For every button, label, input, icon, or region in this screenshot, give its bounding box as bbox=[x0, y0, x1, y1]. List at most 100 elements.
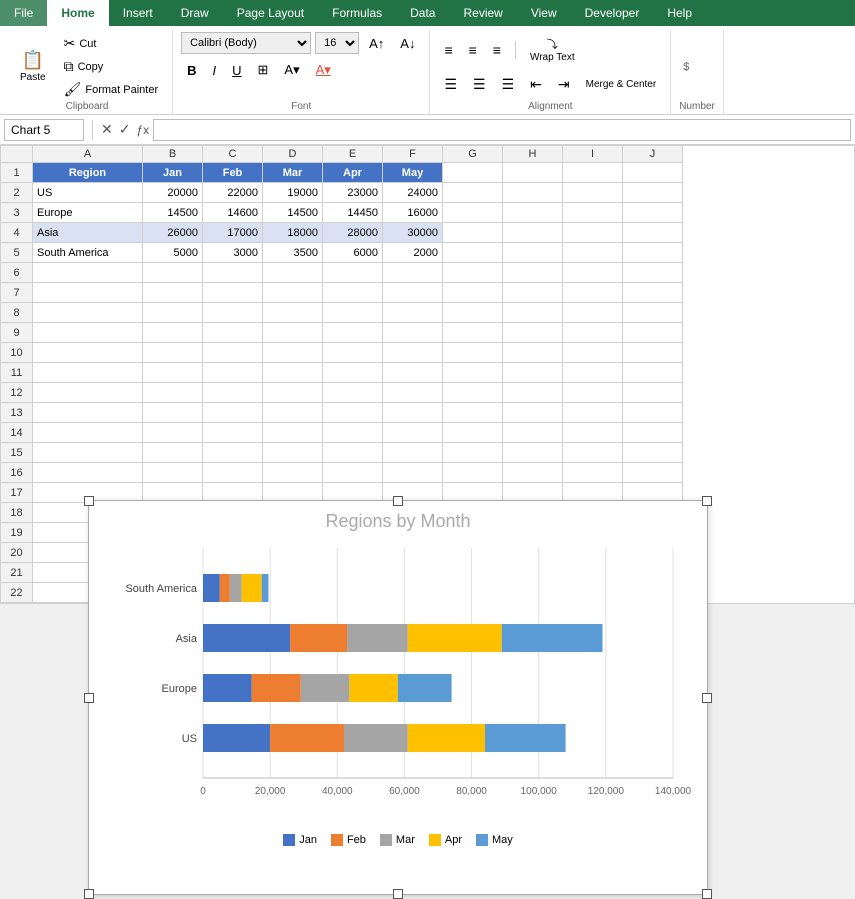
cell-F3[interactable]: 16000 bbox=[383, 203, 443, 223]
resize-handle-bm[interactable] bbox=[393, 889, 403, 899]
cell-C3[interactable]: 14600 bbox=[203, 203, 263, 223]
cell-A4[interactable]: Asia bbox=[33, 223, 143, 243]
cell-C16[interactable] bbox=[203, 463, 263, 483]
cell-D6[interactable] bbox=[263, 263, 323, 283]
cell-J13[interactable] bbox=[623, 403, 683, 423]
cell-G11[interactable] bbox=[443, 363, 503, 383]
cell-B7[interactable] bbox=[143, 283, 203, 303]
tab-home[interactable]: Home bbox=[47, 0, 108, 26]
tab-help[interactable]: Help bbox=[653, 0, 706, 26]
cell-A15[interactable] bbox=[33, 443, 143, 463]
confirm-formula-icon[interactable]: ✓ bbox=[119, 121, 131, 138]
cell-I1[interactable] bbox=[563, 163, 623, 183]
cell-C13[interactable] bbox=[203, 403, 263, 423]
cell-E5[interactable]: 6000 bbox=[323, 243, 383, 263]
cell-J16[interactable] bbox=[623, 463, 683, 483]
cell-G13[interactable] bbox=[443, 403, 503, 423]
cell-H3[interactable] bbox=[503, 203, 563, 223]
cell-E11[interactable] bbox=[323, 363, 383, 383]
cell-H4[interactable] bbox=[503, 223, 563, 243]
cell-G14[interactable] bbox=[443, 423, 503, 443]
cell-B11[interactable] bbox=[143, 363, 203, 383]
cell-B8[interactable] bbox=[143, 303, 203, 323]
cell-B9[interactable] bbox=[143, 323, 203, 343]
cell-F16[interactable] bbox=[383, 463, 443, 483]
name-box[interactable] bbox=[4, 119, 84, 141]
cell-G12[interactable] bbox=[443, 383, 503, 403]
cell-B12[interactable] bbox=[143, 383, 203, 403]
cell-E3[interactable]: 14450 bbox=[323, 203, 383, 223]
cell-G1[interactable] bbox=[443, 163, 503, 183]
cell-B3[interactable]: 14500 bbox=[143, 203, 203, 223]
col-header-F[interactable]: F bbox=[383, 146, 443, 163]
cell-C2[interactable]: 22000 bbox=[203, 183, 263, 203]
cell-C4[interactable]: 17000 bbox=[203, 223, 263, 243]
cell-F7[interactable] bbox=[383, 283, 443, 303]
cell-I6[interactable] bbox=[563, 263, 623, 283]
cell-D7[interactable] bbox=[263, 283, 323, 303]
col-header-D[interactable]: D bbox=[263, 146, 323, 163]
cell-B4[interactable]: 26000 bbox=[143, 223, 203, 243]
cell-C10[interactable] bbox=[203, 343, 263, 363]
insert-function-icon[interactable]: ƒx bbox=[136, 123, 149, 137]
cell-B15[interactable] bbox=[143, 443, 203, 463]
cell-I14[interactable] bbox=[563, 423, 623, 443]
cell-A9[interactable] bbox=[33, 323, 143, 343]
cell-H11[interactable] bbox=[503, 363, 563, 383]
cell-G3[interactable] bbox=[443, 203, 503, 223]
cell-G5[interactable] bbox=[443, 243, 503, 263]
cell-C5[interactable]: 3000 bbox=[203, 243, 263, 263]
align-center-button[interactable]: ☰ bbox=[467, 72, 492, 97]
cell-A3[interactable]: Europe bbox=[33, 203, 143, 223]
cell-I2[interactable] bbox=[563, 183, 623, 203]
cell-D14[interactable] bbox=[263, 423, 323, 443]
cell-H6[interactable] bbox=[503, 263, 563, 283]
col-header-J[interactable]: J bbox=[623, 146, 683, 163]
border-button[interactable]: ⊞ bbox=[252, 59, 275, 81]
italic-button[interactable]: I bbox=[207, 60, 223, 81]
bold-button[interactable]: B bbox=[181, 60, 202, 81]
cell-B16[interactable] bbox=[143, 463, 203, 483]
cell-G8[interactable] bbox=[443, 303, 503, 323]
cell-E10[interactable] bbox=[323, 343, 383, 363]
tab-insert[interactable]: Insert bbox=[109, 0, 167, 26]
cell-D2[interactable]: 19000 bbox=[263, 183, 323, 203]
cell-J6[interactable] bbox=[623, 263, 683, 283]
cell-G9[interactable] bbox=[443, 323, 503, 343]
tab-view[interactable]: View bbox=[517, 0, 571, 26]
cell-F2[interactable]: 24000 bbox=[383, 183, 443, 203]
cell-E14[interactable] bbox=[323, 423, 383, 443]
font-decrease-button[interactable]: A↓ bbox=[394, 33, 421, 54]
cell-B1[interactable]: Jan bbox=[143, 163, 203, 183]
cell-H8[interactable] bbox=[503, 303, 563, 323]
cell-E8[interactable] bbox=[323, 303, 383, 323]
cell-J14[interactable] bbox=[623, 423, 683, 443]
cell-I16[interactable] bbox=[563, 463, 623, 483]
cell-D10[interactable] bbox=[263, 343, 323, 363]
cell-J12[interactable] bbox=[623, 383, 683, 403]
cell-F4[interactable]: 30000 bbox=[383, 223, 443, 243]
resize-handle-mr[interactable] bbox=[702, 693, 712, 703]
cell-H5[interactable] bbox=[503, 243, 563, 263]
cell-I5[interactable] bbox=[563, 243, 623, 263]
cell-A8[interactable] bbox=[33, 303, 143, 323]
cell-I8[interactable] bbox=[563, 303, 623, 323]
cell-G15[interactable] bbox=[443, 443, 503, 463]
cell-I11[interactable] bbox=[563, 363, 623, 383]
cell-H14[interactable] bbox=[503, 423, 563, 443]
cell-G7[interactable] bbox=[443, 283, 503, 303]
cell-E6[interactable] bbox=[323, 263, 383, 283]
resize-handle-tr[interactable] bbox=[702, 496, 712, 506]
fill-color-button[interactable]: A▾ bbox=[278, 59, 305, 81]
cell-H13[interactable] bbox=[503, 403, 563, 423]
cell-F5[interactable]: 2000 bbox=[383, 243, 443, 263]
cell-F9[interactable] bbox=[383, 323, 443, 343]
resize-handle-bl[interactable] bbox=[84, 889, 94, 899]
cell-I13[interactable] bbox=[563, 403, 623, 423]
cell-F1[interactable]: May bbox=[383, 163, 443, 183]
cut-button[interactable]: ✂ Cut bbox=[58, 33, 165, 54]
align-right-button[interactable]: ☰ bbox=[496, 72, 521, 97]
cell-A5[interactable]: South America bbox=[33, 243, 143, 263]
resize-handle-br[interactable] bbox=[702, 889, 712, 899]
cell-J3[interactable] bbox=[623, 203, 683, 223]
